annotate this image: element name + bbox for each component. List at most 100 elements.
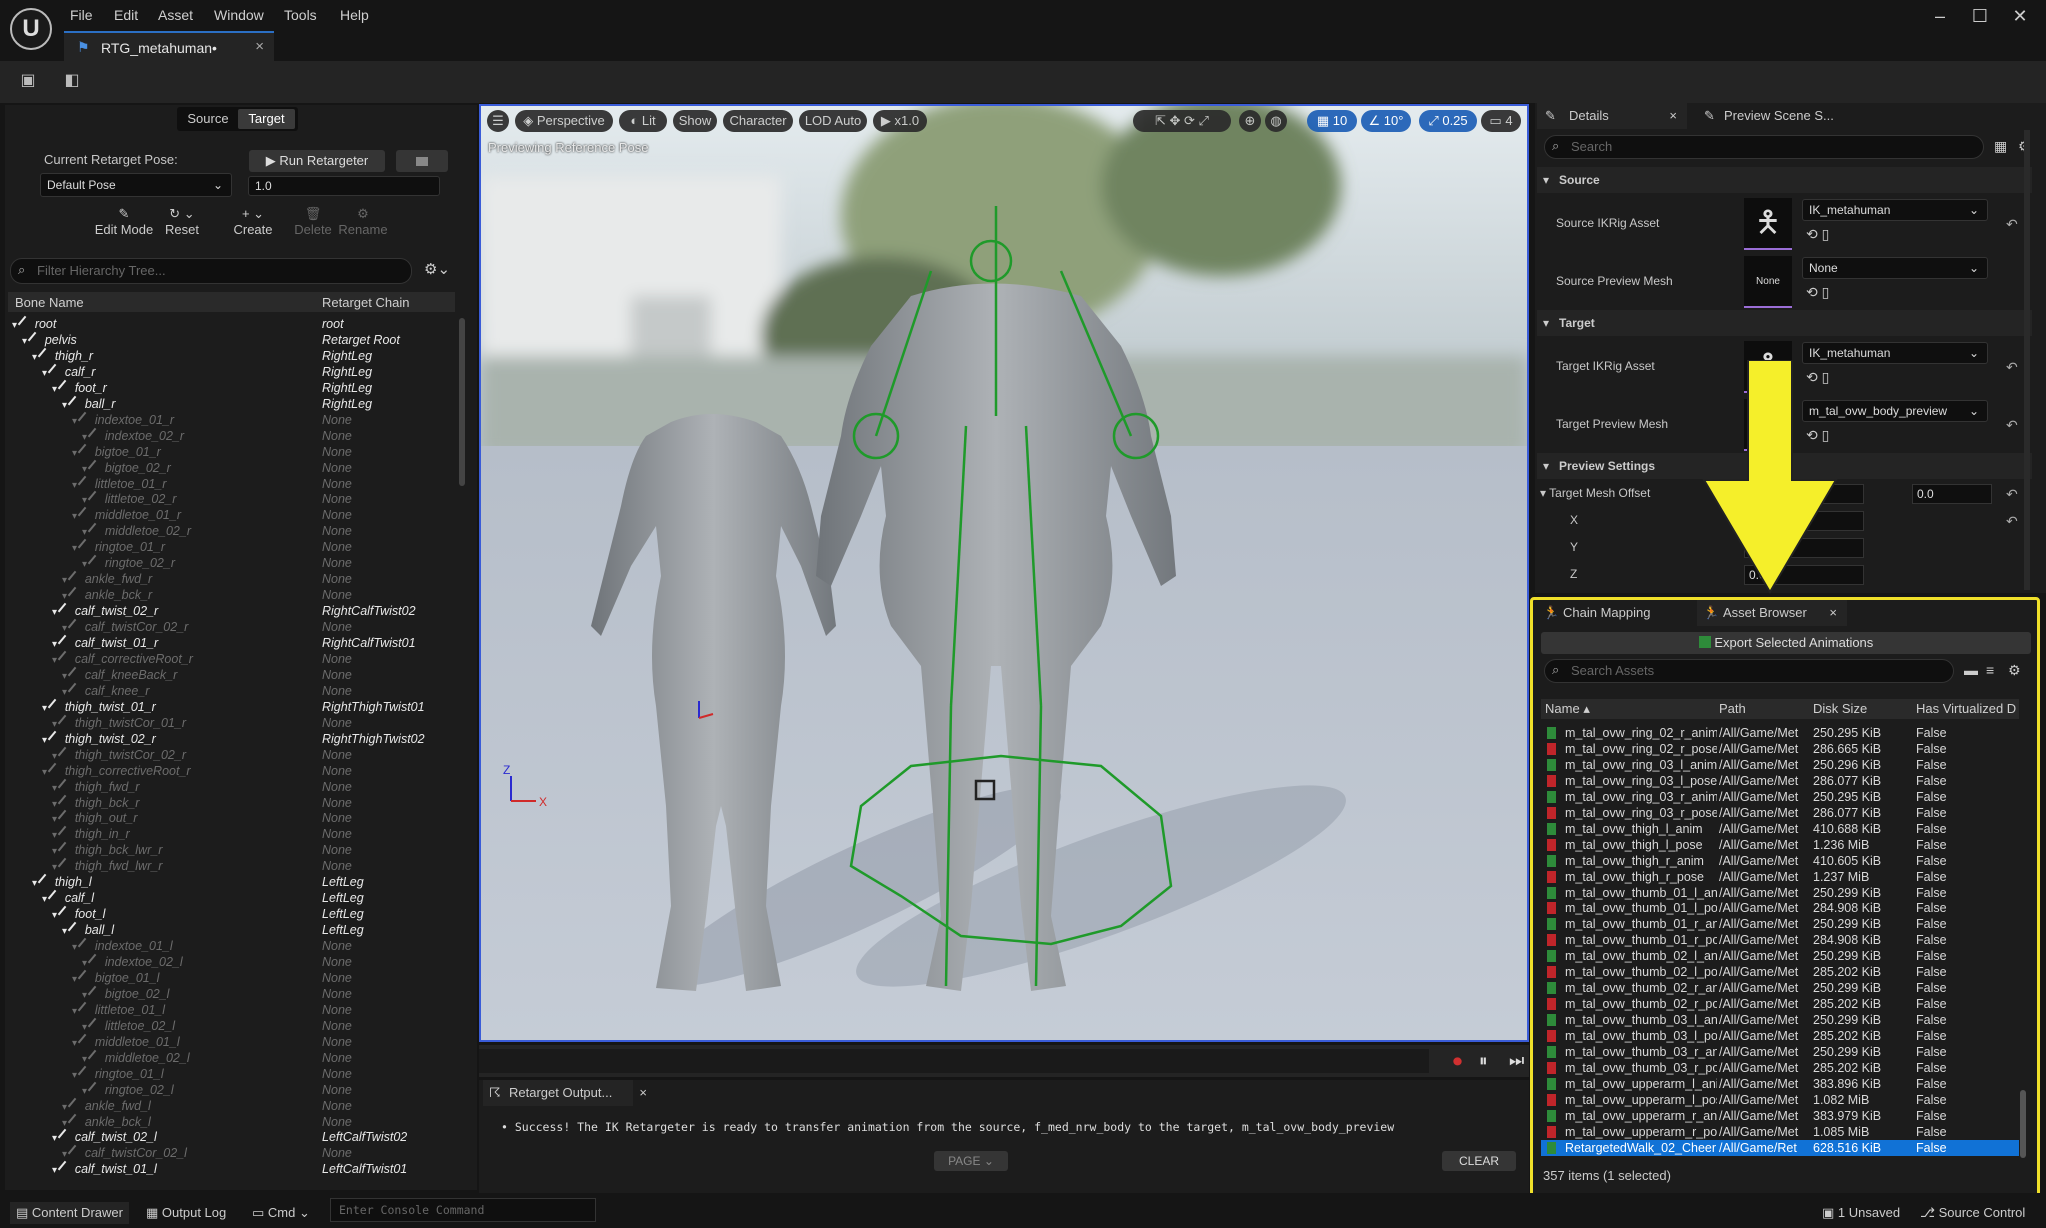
output-log-button[interactable]: ▦ Output Log xyxy=(146,1202,226,1224)
tree-row[interactable]: ▾ middletoe_01_r None xyxy=(8,507,448,523)
asset-row[interactable]: m_tal_ovw_thumb_03_l_pose/All/Game/Met 28… xyxy=(1541,1028,2019,1044)
tree-row[interactable]: ▾ calf_twist_02_r RightCalfTwist02 xyxy=(8,602,448,619)
asset-row[interactable]: m_tal_ovw_thigh_l_anim/All/Game/Met 410.6… xyxy=(1541,821,2019,837)
reset-button[interactable]: ↻ ⌄ Reset xyxy=(156,206,208,237)
tree-row[interactable]: ▾ thigh_in_r None xyxy=(8,826,448,842)
asset-row[interactable]: m_tal_ovw_thumb_02_r_pose/All/Game/Met 28… xyxy=(1541,996,2019,1012)
disk-size-column[interactable]: Disk Size xyxy=(1813,699,1867,719)
tree-row[interactable]: ▾ ankle_bck_l None xyxy=(8,1113,448,1130)
viewport-menu-button[interactable]: ☰ xyxy=(487,110,509,132)
menu-tools[interactable]: Tools xyxy=(284,7,317,23)
asset-row[interactable]: m_tal_ovw_ring_03_r_anim/All/Game/Met 250… xyxy=(1541,789,2019,805)
world-local-icon[interactable]: ◍ xyxy=(1265,110,1287,132)
content-drawer-button[interactable]: ▤ Content Drawer xyxy=(10,1202,129,1224)
hierarchy-filter-input[interactable]: Filter Hierarchy Tree... xyxy=(10,258,412,284)
tree-row[interactable]: ▾ bigtoe_01_r None xyxy=(8,443,448,460)
asset-row[interactable]: m_tal_ovw_thumb_02_l_anim/All/Game/Met 25… xyxy=(1541,948,2019,964)
source-control-button[interactable]: ⎇ Source Control xyxy=(1920,1202,2025,1224)
tree-row[interactable]: ▾ middletoe_01_l None xyxy=(8,1033,448,1050)
tree-row[interactable]: ▾ thigh_bck_lwr_r None xyxy=(8,842,448,858)
tree-row[interactable]: ▾ thigh_l LeftLeg xyxy=(8,874,448,890)
tree-row[interactable]: ▾ calf_knee_r None xyxy=(8,682,448,699)
playback-speed-button[interactable]: ▶ x1.0 xyxy=(873,110,927,132)
tree-row[interactable]: ▾ indextoe_02_r None xyxy=(8,427,448,444)
close-tab-icon[interactable]: × xyxy=(1829,600,1837,626)
tree-row[interactable]: ▾ calf_r RightLeg xyxy=(8,363,448,380)
create-button[interactable]: + ⌄ Create xyxy=(224,206,282,237)
tree-row[interactable]: ▾ thigh_twist_02_r RightThighTwist02 xyxy=(8,730,448,747)
tree-row[interactable]: ▾ thigh_twist_01_r RightThighTwist01 xyxy=(8,698,448,715)
filter-icon[interactable]: ≡ xyxy=(1986,662,1994,678)
asset-row[interactable]: m_tal_ovw_thumb_03_r_anim/All/Game/Met 25… xyxy=(1541,1044,2019,1060)
tree-row[interactable]: ▾ indextoe_01_l None xyxy=(8,937,448,954)
reset-to-default-icon[interactable]: ↶ xyxy=(2006,216,2018,233)
save-icon[interactable]: ▣ xyxy=(17,70,39,92)
asset-row[interactable]: m_tal_ovw_thumb_01_l_pose/All/Game/Met 28… xyxy=(1541,900,2019,916)
maximize-icon[interactable]: ☐ xyxy=(1960,2,2000,30)
tree-row[interactable]: ▾ ball_l LeftLeg xyxy=(8,921,448,938)
asset-row[interactable]: m_tal_ovw_thumb_01_r_anim/All/Game/Met 25… xyxy=(1541,916,2019,932)
run-retargeter-button[interactable]: ▶ Run Retargeter xyxy=(249,150,385,172)
search-assets-input[interactable]: Search Assets xyxy=(1544,659,1954,683)
source-toggle-button[interactable]: Source xyxy=(180,109,236,129)
character-button[interactable]: Character xyxy=(723,110,793,132)
tree-row[interactable]: ▾ indextoe_02_l None xyxy=(8,953,448,970)
reset-to-default-icon[interactable]: ↶ xyxy=(2006,513,2018,530)
viewport[interactable]: Z X ☰ ◈ Perspective ◐ Lit Show Character… xyxy=(479,104,1529,1042)
settings-gear-icon[interactable]: ⚙ xyxy=(2008,662,2021,679)
folder-icon[interactable]: ▬ xyxy=(1964,662,1978,678)
tree-row[interactable]: ▾ foot_r RightLeg xyxy=(8,379,448,396)
asset-row[interactable]: m_tal_ovw_upperarm_r_pose/All/Game/Met 1.… xyxy=(1541,1124,2019,1140)
asset-row[interactable]: m_tal_ovw_upperarm_l_pose/All/Game/Met 1.… xyxy=(1541,1092,2019,1108)
lod-button[interactable]: LOD Auto xyxy=(799,110,867,132)
tree-row[interactable]: ▾ ankle_fwd_r None xyxy=(8,570,448,587)
tree-row[interactable]: ▾ littletoe_01_l None xyxy=(8,1001,448,1018)
tree-row[interactable]: ▾ ringtoe_02_r None xyxy=(8,555,448,571)
use-selected-icon[interactable]: ⟲ ▯ xyxy=(1806,226,1829,243)
reset-to-default-icon[interactable]: ↶ xyxy=(2006,417,2018,434)
tree-row[interactable]: ▾ ankle_bck_r None xyxy=(8,586,448,603)
tree-row[interactable]: ▾ littletoe_02_r None xyxy=(8,491,448,507)
bone-name-column[interactable]: Bone Name xyxy=(15,295,84,310)
preview-scene-tab[interactable]: ✎ Preview Scene S... xyxy=(1700,103,1900,129)
details-search-input[interactable]: Search xyxy=(1544,135,1984,159)
tree-row[interactable]: ▾ thigh_twistCor_01_r None xyxy=(8,714,448,731)
target-toggle-button[interactable]: Target xyxy=(238,109,295,129)
asset-list-scrollbar[interactable] xyxy=(2020,1090,2026,1158)
rename-button[interactable]: ⚙ Rename xyxy=(338,206,388,237)
tree-row[interactable]: ▾ thigh_correctiveRoot_r None xyxy=(8,762,448,779)
retarget-output-tab[interactable]: ☈ Retarget Output... × xyxy=(483,1080,647,1106)
tree-row[interactable]: ▾ ringtoe_02_l None xyxy=(8,1081,448,1098)
asset-row[interactable]: m_tal_ovw_ring_02_r_pose/All/Game/Met 286… xyxy=(1541,741,2019,757)
tree-row[interactable]: ▾ calf_correctiveRoot_r None xyxy=(8,650,448,667)
tree-row[interactable]: ▾ thigh_bck_r None xyxy=(8,794,448,811)
browse-asset-icon[interactable]: ◧ xyxy=(61,70,83,92)
menu-asset[interactable]: Asset xyxy=(158,7,193,23)
asset-row[interactable]: m_tal_ovw_thumb_01_l_anim/All/Game/Met 25… xyxy=(1541,885,2019,901)
tree-row[interactable]: ▾ foot_l LeftLeg xyxy=(8,905,448,922)
tree-row[interactable]: ▾ pelvis Retarget Root xyxy=(8,331,448,348)
page-button[interactable]: PAGE ⌄ xyxy=(934,1151,1008,1171)
tree-row[interactable]: ▾ calf_l LeftLeg xyxy=(8,889,448,906)
asset-row[interactable]: m_tal_ovw_ring_03_r_pose/All/Game/Met 286… xyxy=(1541,805,2019,821)
asset-row[interactable]: m_tal_ovw_thigh_l_pose/All/Game/Met 1.236… xyxy=(1541,837,2019,853)
asset-row[interactable]: m_tal_ovw_thumb_03_l_anim/All/Game/Met 25… xyxy=(1541,1012,2019,1028)
asset-row[interactable]: m_tal_ovw_thumb_02_r_anim/All/Game/Met 25… xyxy=(1541,980,2019,996)
record-icon[interactable]: ⏺ xyxy=(1453,1051,1462,1072)
tree-row[interactable]: ▾ bigtoe_02_l None xyxy=(8,985,448,1002)
tree-row[interactable]: ▾ indextoe_01_r None xyxy=(8,411,448,428)
asset-row[interactable]: m_tal_ovw_thumb_02_l_pose/All/Game/Met 28… xyxy=(1541,964,2019,980)
offset-field-b[interactable]: 0.0 xyxy=(1912,484,1992,504)
tree-row[interactable]: ▾ calf_kneeBack_r None xyxy=(8,666,448,683)
retarget-pose-dropdown[interactable]: Default Pose ⌄ xyxy=(40,173,232,197)
asset-row[interactable]: RetargetedWalk_02_Cheer/All/Game/Ret 628.… xyxy=(1541,1139,2019,1156)
menu-help[interactable]: Help xyxy=(340,7,369,23)
tree-row[interactable]: ▾ bigtoe_01_l None xyxy=(8,969,448,986)
tree-row[interactable]: ▾ calf_twist_01_l LeftCalfTwist01 xyxy=(8,1161,448,1177)
grid-snap-button[interactable]: ▦ 10 xyxy=(1307,110,1357,132)
unsaved-indicator[interactable]: ▣ 1 Unsaved xyxy=(1822,1202,1900,1224)
edit-mode-button[interactable]: ✎ Edit Mode xyxy=(92,206,156,237)
tree-row[interactable]: ▾ ankle_fwd_l None xyxy=(8,1097,448,1114)
settings-gear-icon[interactable]: ⚙⌄ xyxy=(424,260,450,278)
tree-row[interactable]: ▾ thigh_r RightLeg xyxy=(8,347,448,364)
